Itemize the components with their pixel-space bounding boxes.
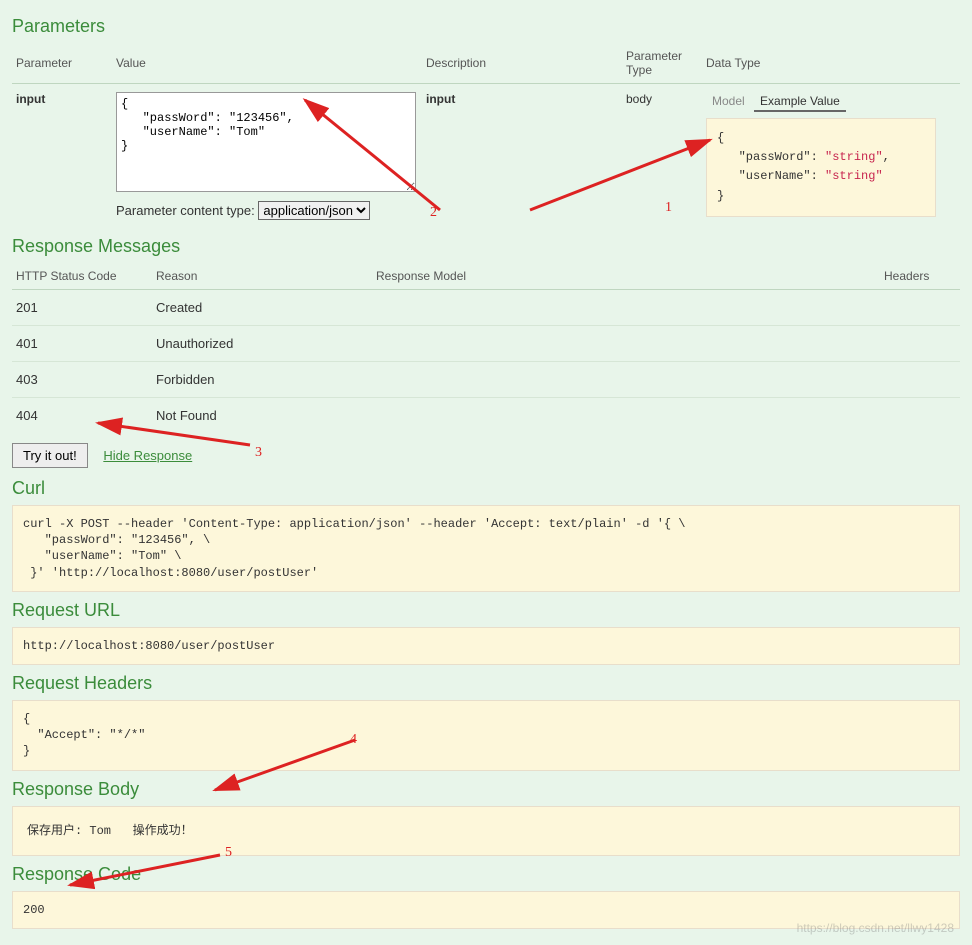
- hide-response-link[interactable]: Hide Response: [103, 448, 192, 463]
- parameters-heading: Parameters: [12, 16, 960, 37]
- col-description: Description: [422, 43, 622, 84]
- response-messages-table: HTTP Status Code Reason Response Model H…: [12, 263, 960, 433]
- request-headers-block: { "Accept": "*/*" }: [12, 700, 960, 771]
- col-headers: Headers: [880, 263, 960, 290]
- status-code: 403: [12, 362, 152, 398]
- curl-block: curl -X POST --header 'Content-Type: app…: [12, 505, 960, 592]
- content-type-label: Parameter content type:: [116, 203, 255, 218]
- param-value-input[interactable]: [116, 92, 416, 192]
- example-json-box[interactable]: { "passWord": "string", "userName": "str…: [706, 118, 936, 217]
- col-model: Response Model: [372, 263, 880, 290]
- param-name: input: [12, 84, 112, 229]
- parameters-table: Parameter Value Description Parameter Ty…: [12, 43, 960, 228]
- request-headers-heading: Request Headers: [12, 673, 960, 694]
- content-type-select[interactable]: application/json: [258, 201, 370, 220]
- table-row: 404Not Found: [12, 398, 960, 434]
- tab-model[interactable]: Model: [706, 92, 751, 110]
- tab-example-value[interactable]: Example Value: [754, 92, 846, 112]
- status-code: 401: [12, 326, 152, 362]
- col-value: Value: [112, 43, 422, 84]
- col-parameter: Parameter: [12, 43, 112, 84]
- table-row: 403Forbidden: [12, 362, 960, 398]
- status-reason: Not Found: [152, 398, 372, 434]
- curl-heading: Curl: [12, 478, 960, 499]
- response-body-block: 保存用户: Tom 操作成功！: [12, 806, 960, 856]
- response-messages-heading: Response Messages: [12, 236, 960, 257]
- request-url-heading: Request URL: [12, 600, 960, 621]
- response-code-block: 200: [12, 891, 960, 929]
- col-status: HTTP Status Code: [12, 263, 152, 290]
- status-code: 201: [12, 290, 152, 326]
- col-reason: Reason: [152, 263, 372, 290]
- param-row: input Parameter content type: applicatio…: [12, 84, 960, 229]
- status-code: 404: [12, 398, 152, 434]
- table-row: 201Created: [12, 290, 960, 326]
- status-reason: Created: [152, 290, 372, 326]
- try-it-out-button[interactable]: Try it out!: [12, 443, 88, 468]
- request-url-block: http://localhost:8080/user/postUser: [12, 627, 960, 665]
- col-data-type: Data Type: [702, 43, 960, 84]
- table-row: 401Unauthorized: [12, 326, 960, 362]
- response-body-heading: Response Body: [12, 779, 960, 800]
- response-code-heading: Response Code: [12, 864, 960, 885]
- col-parameter-type: Parameter Type: [622, 43, 702, 84]
- param-type: body: [622, 84, 702, 229]
- param-description: input: [422, 84, 622, 229]
- status-reason: Unauthorized: [152, 326, 372, 362]
- status-reason: Forbidden: [152, 362, 372, 398]
